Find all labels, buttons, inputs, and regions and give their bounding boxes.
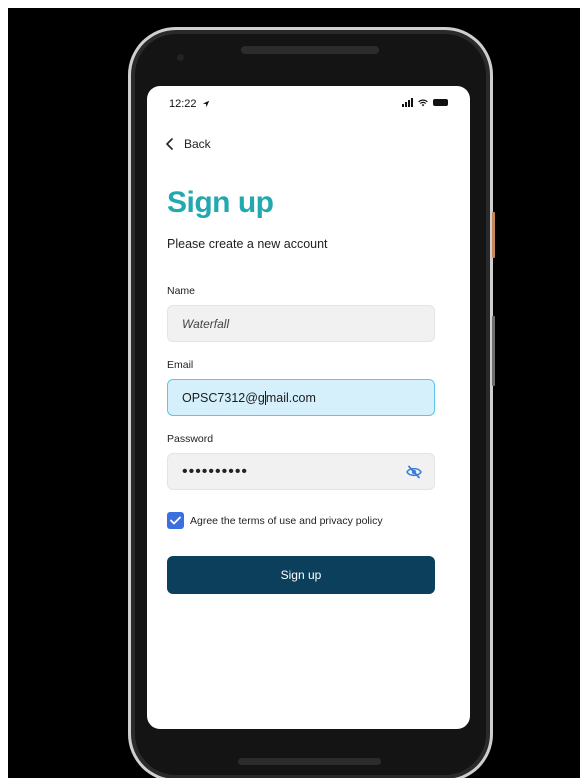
terms-checkbox[interactable] (167, 512, 184, 529)
password-label: Password (167, 433, 214, 445)
checkmark-icon (170, 516, 181, 525)
terms-row[interactable]: Agree the terms of use and privacy polic… (167, 512, 383, 529)
volume-button (492, 316, 495, 386)
email-label: Email (167, 359, 194, 371)
status-bar: 12:22 (147, 86, 470, 120)
signal-icon (402, 98, 413, 107)
email-field[interactable]: OPSC7312@g mail.com (167, 379, 435, 416)
page-title: Sign up (167, 186, 274, 219)
status-icons (402, 98, 448, 107)
email-value-start: OPSC7312@g (182, 390, 265, 405)
bottom-speaker (238, 758, 381, 765)
password-value: •••••••••• (182, 462, 249, 480)
location-arrow-icon (202, 100, 209, 108)
terms-label: Agree the terms of use and privacy polic… (190, 514, 383, 527)
password-field[interactable]: •••••••••• (167, 453, 435, 490)
email-value-end: mail.com (265, 390, 316, 405)
name-value: Waterfall (182, 316, 230, 331)
status-time: 12:22 (169, 98, 210, 110)
top-speaker (241, 46, 379, 54)
sign-up-button[interactable]: Sign up (167, 556, 435, 594)
battery-icon (433, 99, 448, 106)
eye-slash-icon[interactable] (406, 465, 422, 479)
page-subtitle: Please create a new account (167, 237, 328, 251)
back-chevron-icon (166, 138, 173, 150)
power-button (492, 212, 495, 258)
name-label: Name (167, 285, 196, 297)
front-camera (177, 54, 184, 61)
status-time-text: 12:22 (169, 98, 197, 110)
wifi-icon (418, 99, 428, 106)
back-button[interactable]: Back (165, 137, 211, 151)
phone-screen: 12:22 Back Sign up Please create a new a… (147, 86, 470, 729)
backdrop: 12:22 Back Sign up Please create a new a… (8, 8, 580, 778)
name-field[interactable]: Waterfall (167, 305, 435, 342)
back-label: Back (184, 137, 211, 151)
